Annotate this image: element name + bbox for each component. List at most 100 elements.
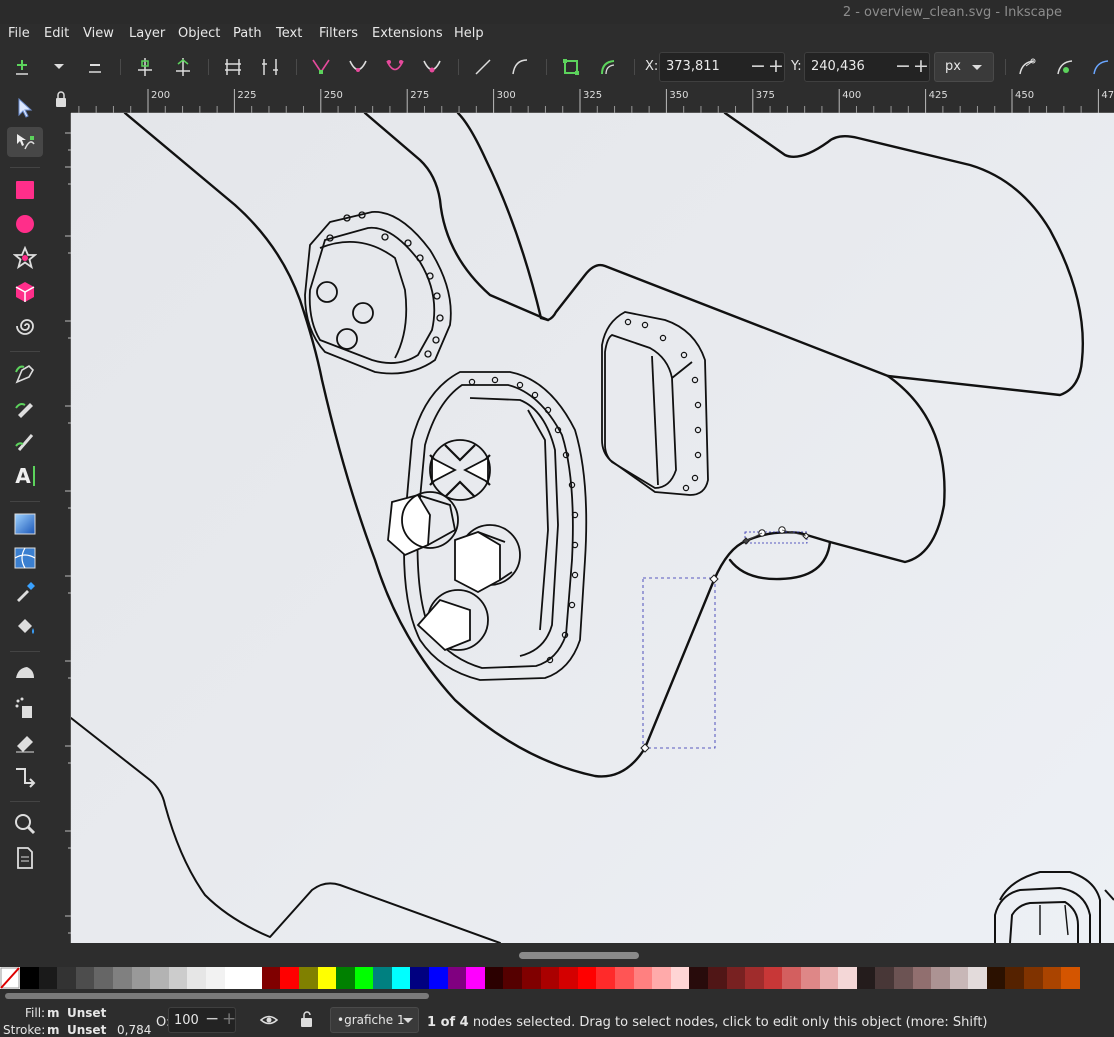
- connector-tool[interactable]: [7, 761, 43, 791]
- color-swatch[interactable]: [577, 967, 597, 989]
- node-tool[interactable]: [7, 127, 43, 157]
- join-segment-icon[interactable]: [222, 56, 244, 78]
- menu-file[interactable]: File: [8, 26, 30, 41]
- color-swatch[interactable]: [1024, 967, 1043, 989]
- color-swatch[interactable]: [615, 967, 634, 989]
- palette-scrollbar-thumb[interactable]: [5, 993, 429, 999]
- cusp-node-icon[interactable]: [310, 56, 332, 78]
- gradient-tool[interactable]: [7, 509, 43, 539]
- join-nodes-icon[interactable]: [134, 56, 156, 78]
- spray-tool[interactable]: [7, 693, 43, 723]
- color-swatch[interactable]: [893, 967, 913, 989]
- color-swatch[interactable]: [466, 967, 485, 989]
- color-swatch[interactable]: [540, 967, 560, 989]
- color-swatch[interactable]: [726, 967, 746, 989]
- smooth-node-icon[interactable]: [347, 56, 369, 78]
- vertical-ruler[interactable]: [51, 113, 71, 943]
- paint-bucket-tool[interactable]: [7, 611, 43, 641]
- plus-icon[interactable]: +: [222, 1009, 236, 1029]
- color-swatch[interactable]: [168, 967, 188, 989]
- color-swatch[interactable]: [819, 967, 839, 989]
- y-coordinate-field[interactable]: 240,436 − +: [804, 52, 930, 82]
- color-swatch[interactable]: [875, 967, 894, 989]
- line-segment-icon[interactable]: [472, 56, 494, 78]
- tweak-tool[interactable]: [7, 659, 43, 689]
- color-swatch[interactable]: [745, 967, 764, 989]
- color-swatch[interactable]: [38, 967, 58, 989]
- path-effect-icon[interactable]: [1090, 56, 1112, 78]
- show-path-outline-icon[interactable]: [1054, 56, 1076, 78]
- dropper-tool[interactable]: [7, 577, 43, 607]
- curve-segment-icon[interactable]: [509, 56, 531, 78]
- drawing-canvas[interactable]: [71, 113, 1114, 943]
- color-swatch[interactable]: [707, 967, 727, 989]
- plus-icon[interactable]: +: [913, 55, 929, 77]
- color-swatch[interactable]: [187, 967, 206, 989]
- color-swatch[interactable]: [224, 967, 244, 989]
- color-swatch[interactable]: [20, 967, 39, 989]
- color-swatch[interactable]: [298, 967, 318, 989]
- stroke-width[interactable]: 0,784: [117, 1023, 151, 1037]
- color-swatch[interactable]: [373, 967, 392, 989]
- color-swatch[interactable]: [57, 967, 76, 989]
- delete-node-icon[interactable]: [84, 56, 106, 78]
- color-swatch[interactable]: [75, 967, 95, 989]
- menu-view[interactable]: View: [83, 26, 114, 41]
- object-to-path-icon[interactable]: [560, 56, 582, 78]
- selector-tool[interactable]: [7, 93, 43, 123]
- color-swatch[interactable]: [522, 967, 541, 989]
- color-swatch[interactable]: [243, 967, 262, 989]
- color-swatch[interactable]: [838, 967, 857, 989]
- menu-path[interactable]: Path: [233, 26, 262, 41]
- rectangle-tool[interactable]: [7, 175, 43, 205]
- pencil-tool[interactable]: [7, 393, 43, 423]
- color-swatch[interactable]: [931, 967, 950, 989]
- color-swatch[interactable]: [670, 967, 690, 989]
- color-swatch[interactable]: [1061, 967, 1080, 989]
- color-swatch[interactable]: [763, 967, 783, 989]
- color-swatch[interactable]: [968, 967, 987, 989]
- color-swatch[interactable]: [1042, 967, 1062, 989]
- color-swatch[interactable]: [317, 967, 337, 989]
- calligraphy-tool[interactable]: [7, 427, 43, 457]
- scrollbar-thumb[interactable]: [519, 952, 639, 959]
- color-swatch[interactable]: [1005, 967, 1025, 989]
- fill-value[interactable]: Unset: [67, 1006, 106, 1020]
- color-swatch[interactable]: [503, 967, 523, 989]
- layer-select[interactable]: •grafiche 1: [330, 1007, 419, 1033]
- color-swatch[interactable]: [410, 967, 430, 989]
- delete-segment-icon[interactable]: [259, 56, 281, 78]
- color-swatch[interactable]: [949, 967, 969, 989]
- break-path-icon[interactable]: [172, 56, 194, 78]
- chevron-down-icon[interactable]: [48, 56, 70, 78]
- menu-extensions[interactable]: Extensions: [372, 26, 443, 41]
- horizontal-ruler[interactable]: 200 225 250 275 300 325 350 375 400 425 450 475: [71, 87, 1114, 113]
- color-swatch[interactable]: [429, 967, 448, 989]
- x-coordinate-field[interactable]: 373,811 − +: [659, 52, 785, 82]
- color-swatch[interactable]: [131, 967, 151, 989]
- spiral-tool[interactable]: [7, 311, 43, 341]
- minus-icon[interactable]: −: [895, 55, 911, 77]
- opacity-field[interactable]: 100 − +: [168, 1007, 236, 1033]
- minus-icon[interactable]: −: [750, 55, 766, 77]
- mesh-tool[interactable]: [7, 543, 43, 573]
- color-swatch[interactable]: [447, 967, 467, 989]
- color-swatch[interactable]: [205, 967, 225, 989]
- layer-lock-toggle[interactable]: [298, 1010, 316, 1031]
- color-swatch[interactable]: [856, 967, 876, 989]
- color-swatch[interactable]: [782, 967, 801, 989]
- lock-icon[interactable]: [51, 87, 71, 113]
- color-swatch[interactable]: [484, 967, 504, 989]
- measure-tool[interactable]: [7, 843, 43, 873]
- color-swatch[interactable]: [912, 967, 932, 989]
- menu-text[interactable]: Text: [276, 26, 302, 41]
- symmetric-node-icon[interactable]: [384, 56, 406, 78]
- stroke-to-path-icon[interactable]: [598, 56, 620, 78]
- text-tool[interactable]: A: [7, 461, 43, 491]
- auto-smooth-node-icon[interactable]: [421, 56, 443, 78]
- no-paint-swatch[interactable]: [0, 967, 20, 989]
- color-swatch[interactable]: [986, 967, 1006, 989]
- menu-help[interactable]: Help: [454, 26, 484, 41]
- color-swatch[interactable]: [559, 967, 578, 989]
- color-swatch[interactable]: [800, 967, 820, 989]
